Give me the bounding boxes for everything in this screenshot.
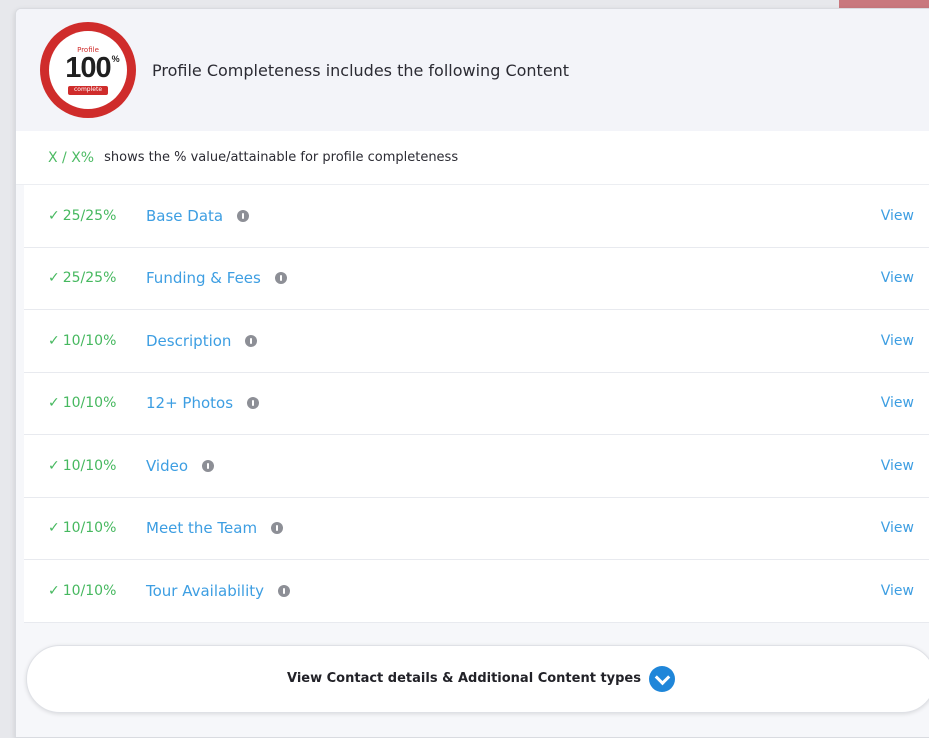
row-score-value: 10/10% [62,395,117,412]
check-icon: ✓ [48,395,60,412]
badge-percent: % [111,54,120,65]
row-score: ✓ 10/10% [48,583,146,599]
row-label[interactable]: Base Data [146,207,223,225]
info-icon[interactable] [278,584,290,597]
content-row: ✓ 25/25% Base Data View [24,185,929,248]
content-row: ✓ 10/10% Video View [24,435,929,498]
row-score: ✓ 25/25% [48,270,146,286]
info-icon[interactable] [202,459,215,472]
content-list: ✓ 25/25% Base Data View ✓ 25/25% Funding &… [16,185,929,623]
view-link[interactable]: View [881,583,914,599]
check-icon: ✓ [48,207,60,224]
content-row: ✓ 10/10% Tour Availability View [24,560,929,623]
profile-completeness-panel: Profile 100% complete Profile Completene… [15,8,929,738]
view-link[interactable]: View [881,270,914,286]
legend: X / X% shows the % value/attainable for … [16,131,929,185]
view-link[interactable]: View [881,333,914,349]
row-score-value: 10/10% [62,332,117,349]
info-icon[interactable] [245,334,258,347]
info-icon[interactable] [237,209,250,222]
badge-inner: Profile 100% complete [49,31,127,109]
row-score-value: 25/25% [62,207,117,224]
content-row: ✓ 10/10% 12+ Photos View [24,372,929,435]
badge-bottom-text: complete [67,86,109,95]
row-score-value: 10/10% [62,457,117,474]
row-label[interactable]: Tour Availability [146,582,264,600]
content-row: ✓ 25/25% Funding & Fees View [24,247,929,310]
row-label[interactable]: Meet the Team [146,519,257,537]
info-icon[interactable] [247,397,260,410]
row-score: ✓ 25/25% [48,208,146,224]
check-icon: ✓ [48,270,60,287]
badge-number-value: 100 [65,52,111,85]
view-link[interactable]: View [881,458,914,474]
info-icon[interactable] [271,522,284,535]
content-row: ✓ 10/10% Description View [24,310,929,373]
legend-text: shows the % value/attainable for profile… [104,150,459,165]
content-row: ✓ 10/10% Meet the Team View [24,497,929,560]
row-score-value: 10/10% [62,520,117,537]
profile-complete-badge: Profile 100% complete [40,22,136,118]
info-icon[interactable] [274,272,287,285]
legend-key: X / X% [48,149,95,166]
view-link[interactable]: View [881,520,914,536]
expand-button-label: View Contact details & Additional Conten… [287,671,641,686]
row-score: ✓ 10/10% [48,458,146,474]
row-label[interactable]: Video [146,457,188,475]
chevron-down-icon[interactable] [649,665,675,692]
row-label[interactable]: 12+ Photos [146,394,233,412]
row-score: ✓ 10/10% [48,333,146,349]
check-icon: ✓ [48,332,60,349]
row-score: ✓ 10/10% [48,520,146,536]
badge-number: 100% [65,52,119,85]
view-link[interactable]: View [881,395,914,411]
footer-area: View Contact details & Additional Conten… [16,622,929,737]
check-icon: ✓ [48,582,60,599]
panel-header: Profile 100% complete Profile Completene… [16,9,929,131]
row-score: ✓ 10/10% [48,395,146,411]
panel-title: Profile Completeness includes the follow… [152,60,570,80]
row-score-value: 25/25% [62,270,117,287]
row-label[interactable]: Funding & Fees [146,269,261,287]
row-label[interactable]: Description [146,332,231,350]
check-icon: ✓ [48,520,60,537]
view-contact-details-button[interactable]: View Contact details & Additional Conten… [26,644,929,713]
row-score-value: 10/10% [62,582,117,599]
check-icon: ✓ [48,457,60,474]
view-link[interactable]: View [881,208,914,224]
